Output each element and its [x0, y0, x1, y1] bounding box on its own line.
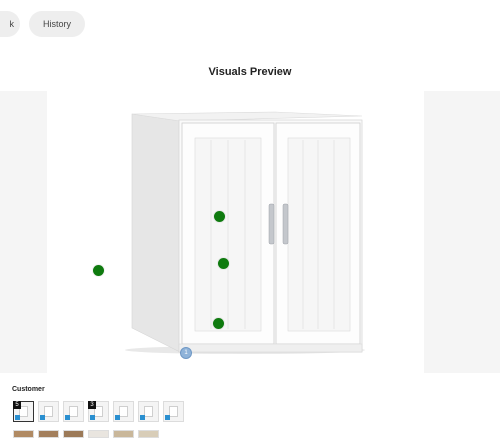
thumbnail[interactable]	[63, 401, 84, 422]
thumbnail-status-icon	[40, 415, 45, 420]
thumbnail[interactable]	[138, 430, 159, 438]
annotation-marker[interactable]	[214, 211, 225, 222]
customer-thumbnail-row-2	[13, 430, 159, 438]
annotation-marker[interactable]	[218, 258, 229, 269]
thumbnail[interactable]	[138, 401, 159, 422]
thumbnail[interactable]	[113, 430, 134, 438]
thumbnail[interactable]	[38, 430, 59, 438]
thumbnail[interactable]: 3	[88, 401, 109, 422]
thumbnail[interactable]: 5	[13, 401, 34, 422]
thumbnail[interactable]	[13, 430, 34, 438]
thumbnail-status-icon	[90, 415, 95, 420]
thumbnail-count-badge: 5	[13, 401, 21, 409]
thumbnail[interactable]	[113, 401, 134, 422]
thumbnail-count-badge: 3	[88, 401, 96, 409]
thumbnail-image	[119, 406, 128, 417]
annotation-marker[interactable]	[93, 265, 104, 276]
thumbnail-image	[44, 406, 53, 417]
thumbnail-image	[144, 406, 153, 417]
thumbnail-status-icon	[165, 415, 170, 420]
thumbnail[interactable]	[88, 430, 109, 438]
thumbnail[interactable]	[38, 401, 59, 422]
customer-section-label: Customer	[12, 386, 45, 393]
thumbnail[interactable]	[63, 430, 84, 438]
thumbnail-status-icon	[140, 415, 145, 420]
thumbnail-image	[69, 406, 78, 417]
cabinet-image	[125, 111, 365, 354]
thumbnail-image	[169, 406, 178, 417]
thumbnail-status-icon	[115, 415, 120, 420]
thumbnail-status-icon	[15, 415, 20, 420]
customer-thumbnail-row: 5 3	[13, 401, 184, 422]
numbered-annotation-marker[interactable]: 1	[180, 347, 192, 359]
thumbnail[interactable]	[163, 401, 184, 422]
annotation-marker[interactable]	[213, 318, 224, 329]
thumbnail-status-icon	[65, 415, 70, 420]
